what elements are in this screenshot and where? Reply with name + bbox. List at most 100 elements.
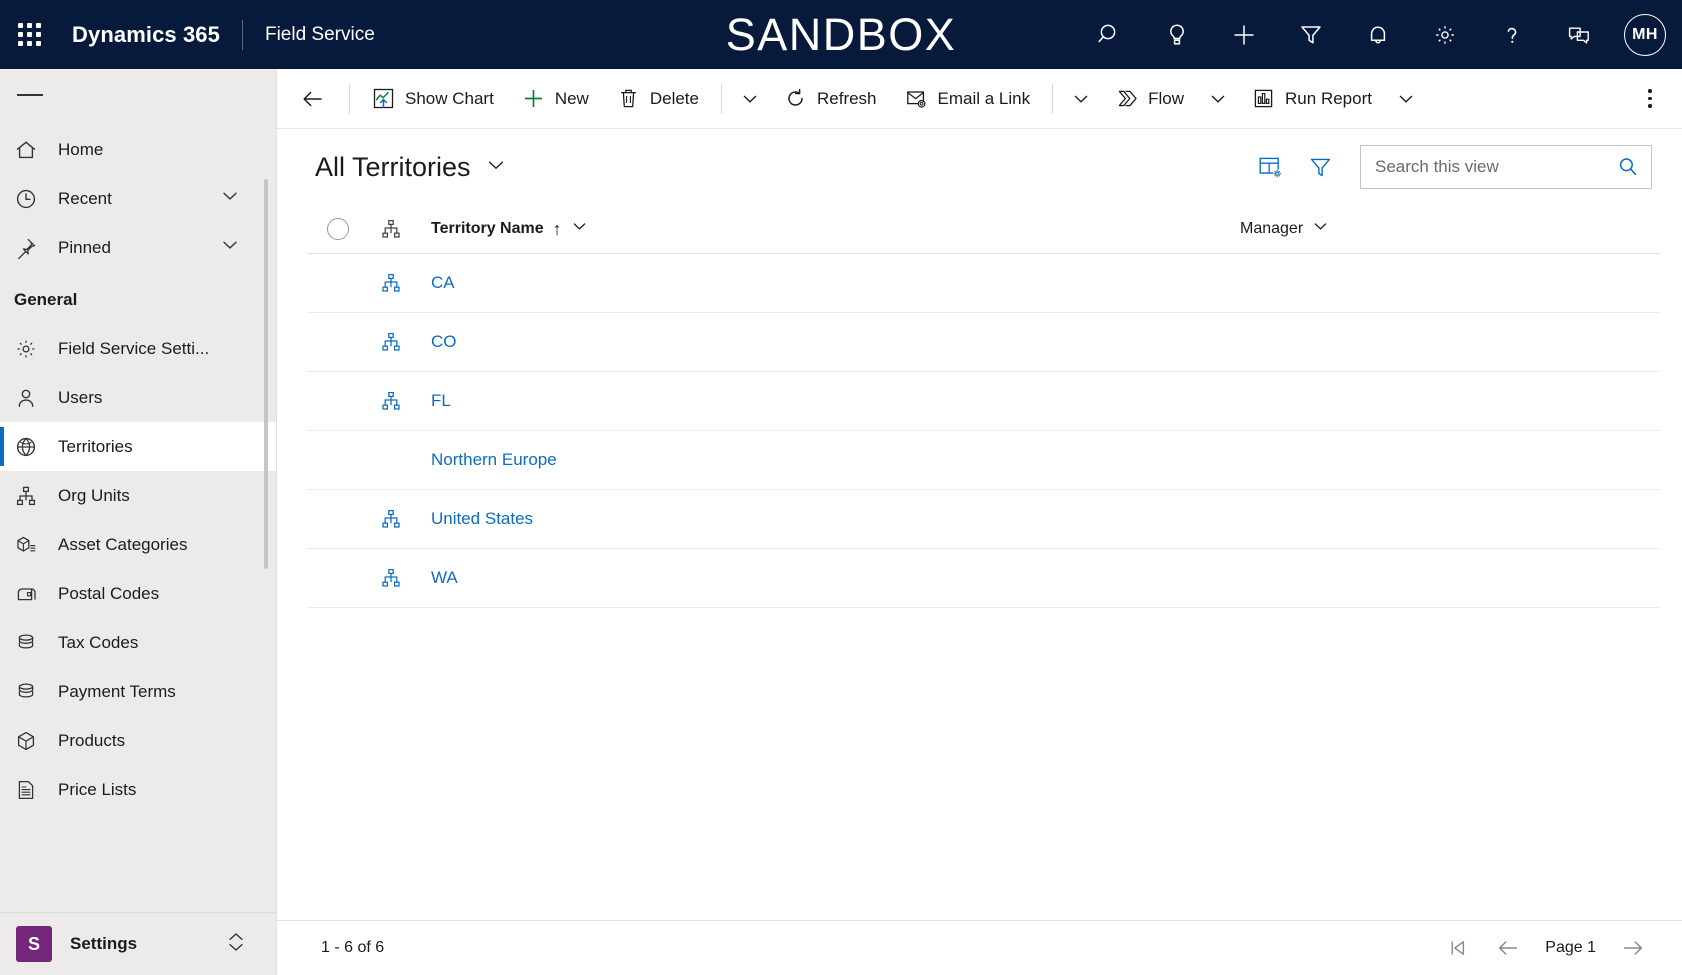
sidebar-item-territories[interactable]: Territories (0, 422, 276, 471)
view-header: All Territories (277, 129, 1682, 205)
sidebar-item-org-units[interactable]: Org Units (0, 471, 276, 520)
show-chart-label: Show Chart (405, 89, 494, 109)
table-row[interactable]: United States (307, 490, 1660, 549)
app-name[interactable]: Field Service (265, 24, 375, 46)
table-row[interactable]: Northern Europe (307, 431, 1660, 490)
grid-header-row: Territory Name ↑ Manager (307, 205, 1660, 254)
home-icon (14, 138, 58, 162)
waffle-grid-icon (18, 23, 41, 46)
search-icon[interactable] (1076, 0, 1143, 69)
run-report-caret[interactable] (1386, 77, 1426, 121)
select-all-checkbox[interactable] (319, 218, 379, 240)
command-divider (1052, 84, 1053, 114)
delete-overflow-caret[interactable] (730, 77, 770, 121)
nav-toggle-button[interactable] (0, 69, 276, 121)
view-actions (1248, 145, 1652, 189)
question-icon[interactable] (1478, 0, 1545, 69)
email-overflow-caret[interactable] (1061, 77, 1101, 121)
search-input[interactable] (1375, 157, 1615, 177)
sidebar-item-label: Payment Terms (58, 682, 276, 702)
territory-name-link[interactable]: FL (431, 391, 1240, 411)
flow-caret[interactable] (1198, 77, 1238, 121)
sidebar: Home Recent Pinned (0, 69, 276, 975)
refresh-button[interactable]: Refresh (770, 77, 891, 121)
sidebar-item-users[interactable]: Users (0, 373, 276, 422)
pagination: Page 1 (1435, 928, 1656, 968)
column-header-label: Territory Name (431, 220, 544, 238)
territory-name-link[interactable]: WA (431, 568, 1240, 588)
territory-name-link[interactable]: CO (431, 332, 1240, 352)
up-down-chevron-icon[interactable] (226, 930, 246, 959)
chevron-down-icon[interactable] (1312, 218, 1329, 240)
sidebar-item-recent[interactable]: Recent (0, 174, 276, 223)
show-chart-button[interactable]: Show Chart (358, 77, 508, 121)
search-icon[interactable] (1615, 156, 1641, 178)
hierarchy-icon (14, 484, 58, 508)
run-report-label: Run Report (1285, 89, 1372, 109)
sidebar-item-pinned[interactable]: Pinned (0, 223, 276, 272)
back-button[interactable] (285, 77, 341, 121)
grid-body: CA CO (277, 254, 1682, 920)
mailbox-icon (14, 582, 58, 606)
first-page-button[interactable] (1435, 928, 1481, 968)
area-switcher-label: Settings (70, 934, 226, 954)
more-commands-button[interactable] (1628, 77, 1672, 121)
territory-name-link[interactable]: CA (431, 273, 1240, 293)
show-chart-icon (372, 87, 395, 110)
sidebar-item-field-service-settings[interactable]: Field Service Setti... (0, 324, 276, 373)
edit-filters-icon[interactable] (1298, 145, 1342, 189)
sidebar-scroll-area: Home Recent Pinned (0, 121, 276, 904)
sidebar-item-payment-terms[interactable]: Payment Terms (0, 667, 276, 716)
column-header-territory-name[interactable]: Territory Name ↑ (431, 218, 1240, 240)
delete-button[interactable]: Delete (603, 77, 713, 121)
bell-icon[interactable] (1344, 0, 1411, 69)
flow-button[interactable]: Flow (1101, 77, 1198, 121)
table-row[interactable]: CA (307, 254, 1660, 313)
plus-icon[interactable] (1210, 0, 1277, 69)
sidebar-item-label: Field Service Setti... (58, 339, 276, 359)
sidebar-item-postal-codes[interactable]: Postal Codes (0, 569, 276, 618)
previous-page-button[interactable] (1485, 928, 1531, 968)
search-input-wrapper[interactable] (1360, 145, 1652, 189)
flow-label: Flow (1148, 89, 1184, 109)
territory-name-link[interactable]: United States (431, 509, 1240, 529)
sidebar-item-price-lists[interactable]: Price Lists (0, 765, 276, 814)
sidebar-item-label: Users (58, 388, 276, 408)
chevron-down-icon[interactable] (220, 186, 240, 211)
lightbulb-icon[interactable] (1143, 0, 1210, 69)
sidebar-item-tax-codes[interactable]: Tax Codes (0, 618, 276, 667)
header-divider (242, 20, 243, 50)
email-link-icon (905, 87, 928, 110)
hierarchy-icon (379, 389, 431, 413)
view-selector[interactable]: All Territories (315, 152, 507, 183)
email-a-link-label: Email a Link (938, 89, 1031, 109)
sidebar-scrollbar[interactable] (264, 179, 268, 569)
table-row[interactable]: FL (307, 372, 1660, 431)
filter-icon[interactable] (1277, 0, 1344, 69)
sidebar-item-asset-categories[interactable]: Asset Categories (0, 520, 276, 569)
territory-name-link[interactable]: Northern Europe (431, 450, 1240, 470)
chevron-down-icon[interactable] (220, 235, 240, 260)
brand-title[interactable]: Dynamics 365 (58, 22, 220, 48)
gear-icon[interactable] (1411, 0, 1478, 69)
sidebar-item-home[interactable]: Home (0, 125, 276, 174)
sidebar-item-products[interactable]: Products (0, 716, 276, 765)
feedback-icon[interactable] (1545, 0, 1612, 69)
area-switcher-button[interactable]: S Settings (0, 913, 276, 975)
edit-columns-icon[interactable] (1248, 145, 1292, 189)
run-report-button[interactable]: Run Report (1238, 77, 1386, 121)
email-a-link-button[interactable]: Email a Link (891, 77, 1045, 121)
column-header-manager[interactable]: Manager (1240, 218, 1660, 240)
row-count-label: 1 - 6 of 6 (321, 939, 384, 957)
stack-icon (14, 680, 58, 704)
chevron-down-icon[interactable] (571, 218, 588, 240)
avatar[interactable]: MH (1624, 14, 1666, 56)
app-launcher-button[interactable] (0, 0, 58, 69)
table-row[interactable]: CO (307, 313, 1660, 372)
command-divider (349, 84, 350, 114)
table-row[interactable]: WA (307, 549, 1660, 608)
new-button[interactable]: New (508, 77, 603, 121)
chevron-down-icon[interactable] (485, 152, 507, 183)
next-page-button[interactable] (1610, 928, 1656, 968)
hamburger-icon (17, 94, 43, 96)
